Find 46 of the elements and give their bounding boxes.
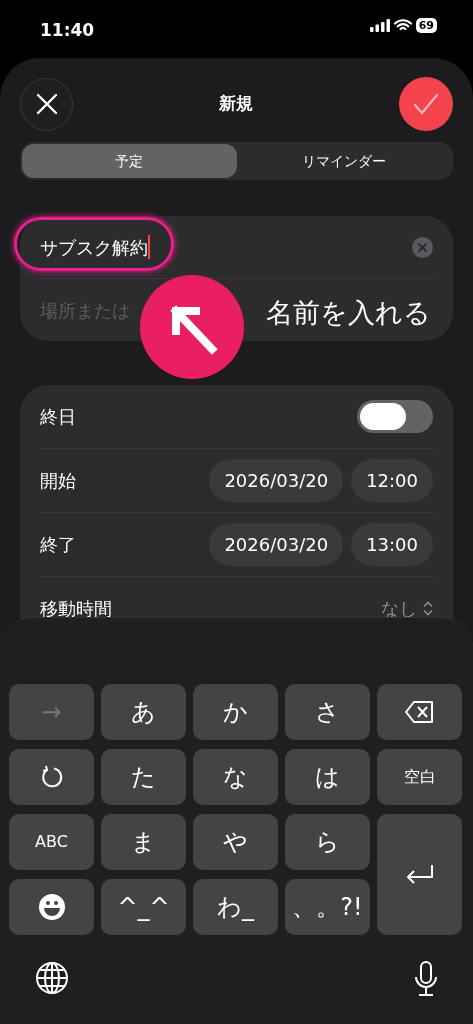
close-button[interactable]	[20, 77, 73, 131]
keyboard-key[interactable]: か	[193, 684, 278, 740]
smiley-icon[interactable]	[37, 893, 66, 921]
keyboard-key[interactable]: あ	[101, 684, 186, 740]
row-label: 移動時間	[40, 597, 112, 621]
keyboard-key[interactable]: は	[285, 749, 370, 805]
title-text: サブスク解約	[40, 235, 148, 260]
keyboard-key[interactable]: わ_	[193, 879, 278, 935]
keyboard-key[interactable]: ら	[285, 814, 370, 870]
status-time: 11:40	[40, 19, 95, 42]
text-cursor	[148, 235, 150, 259]
undo-key[interactable]	[9, 749, 94, 805]
microphone-icon[interactable]	[414, 961, 438, 997]
row-label: 終日	[40, 405, 76, 429]
undo-icon[interactable]	[39, 765, 64, 789]
globe-icon[interactable]	[35, 961, 69, 995]
backspace-key[interactable]	[377, 684, 462, 740]
wifi-icon	[393, 19, 412, 32]
keyboard-key[interactable]: な	[193, 749, 278, 805]
keyboard-key[interactable]: ABC	[9, 814, 94, 870]
smiley-key[interactable]	[9, 879, 94, 935]
keyboard-key[interactable]: た	[101, 749, 186, 805]
segment-tab[interactable]: 予定	[22, 144, 237, 178]
keyboard-key[interactable]: や	[193, 814, 278, 870]
keyboard-key[interactable]: ^_^	[101, 879, 186, 935]
date-button[interactable]: 2026/03/20	[209, 523, 344, 566]
keyboard-key[interactable]: さ	[285, 684, 370, 740]
time-button[interactable]: 13:00	[351, 523, 433, 566]
annotation-text: 名前を入れる	[266, 296, 431, 330]
backspace-icon[interactable]	[404, 700, 435, 724]
battery-indicator: 69	[415, 18, 437, 33]
keyboard-key[interactable]: 、。?!	[285, 879, 370, 935]
sheet-title: 新規	[219, 92, 253, 116]
chevron-icon[interactable]	[423, 601, 433, 616]
date-button[interactable]: 2026/03/20	[209, 459, 344, 502]
checkmark-icon[interactable]	[413, 93, 439, 115]
segment-tab[interactable]: リマインダー	[236, 144, 451, 178]
row-label: 終了	[40, 533, 76, 557]
keyboard-key[interactable]: ま	[101, 814, 186, 870]
row-label: 開始	[40, 469, 76, 493]
keyboard-key[interactable]: 空白	[377, 749, 462, 805]
confirm-button[interactable]	[399, 77, 453, 131]
all-day-switch[interactable]	[357, 400, 433, 433]
close-icon[interactable]	[35, 93, 58, 115]
signal-icon	[369, 19, 390, 32]
time-button[interactable]: 12:00	[351, 459, 433, 502]
